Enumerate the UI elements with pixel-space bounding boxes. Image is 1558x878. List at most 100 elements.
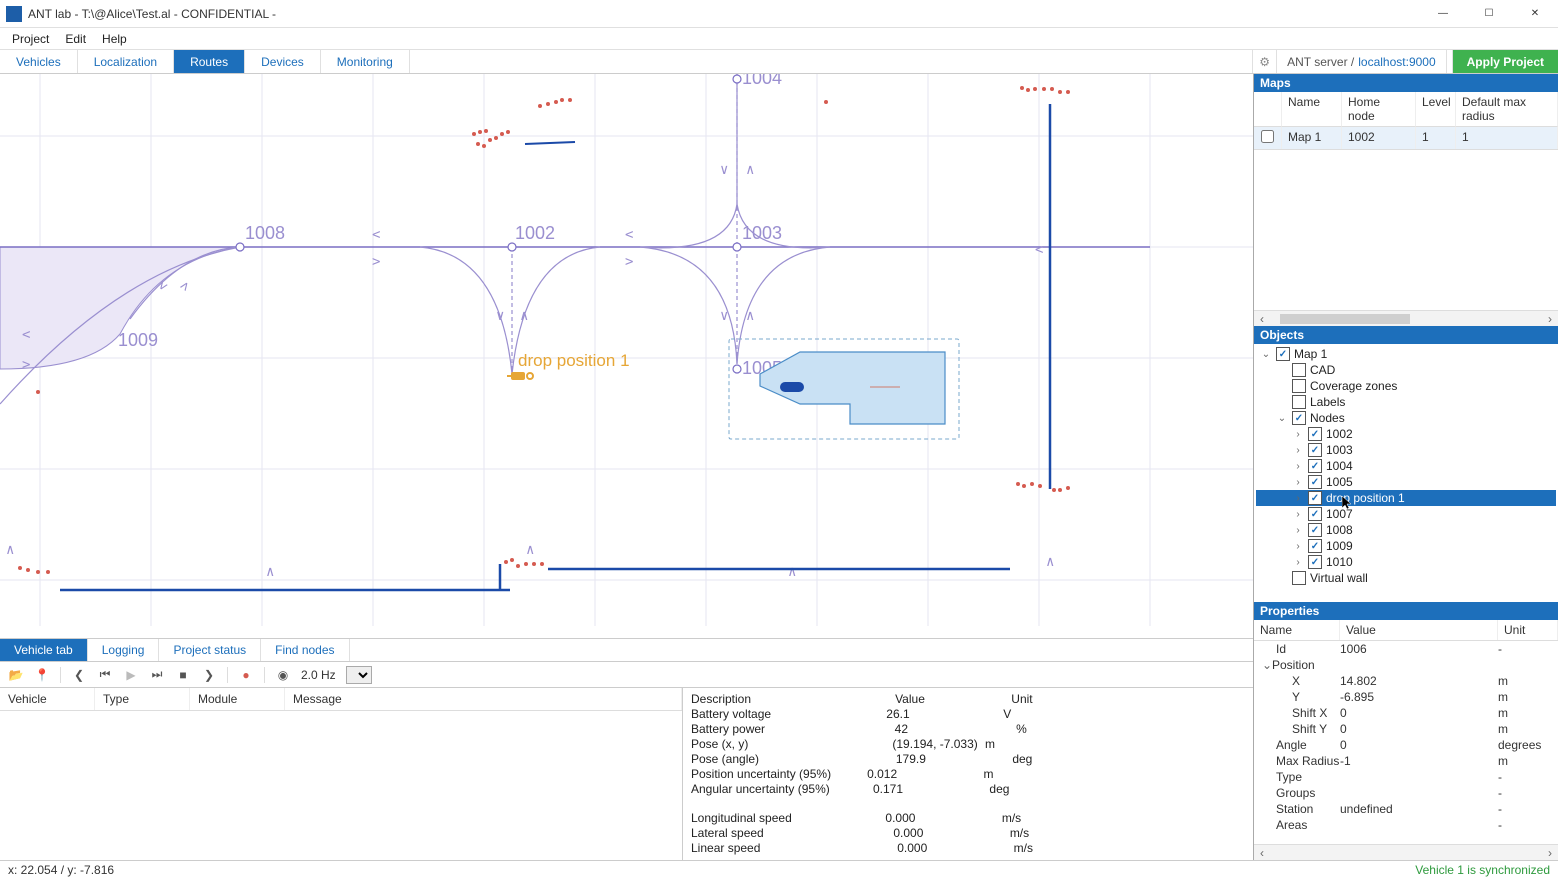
canvas-label-1003: 1003 bbox=[742, 223, 782, 243]
col-message[interactable]: Message bbox=[285, 688, 682, 710]
props-hscroll[interactable]: ‹› bbox=[1254, 844, 1558, 860]
tree-node-1007[interactable]: ›1007 bbox=[1256, 506, 1556, 522]
status-sync: Vehicle 1 is synchronized bbox=[1407, 863, 1558, 877]
svg-text:∧: ∧ bbox=[520, 308, 528, 324]
objects-tree[interactable]: ⌄Map 1 CAD Coverage zones Labels ⌄Nodes … bbox=[1254, 344, 1558, 602]
menu-bar: Project Edit Help bbox=[0, 28, 1558, 50]
menu-help[interactable]: Help bbox=[94, 30, 135, 48]
tree-labels[interactable]: Labels bbox=[1256, 394, 1556, 410]
route-canvas[interactable]: 1008 1002 1003 1004 1005 1009 drop posit… bbox=[0, 74, 1253, 638]
vehicle-icon bbox=[729, 339, 959, 439]
playback-rate-select[interactable] bbox=[346, 666, 372, 684]
server-indicator[interactable]: ANT server / localhost:9000 bbox=[1276, 50, 1446, 73]
minimize-button[interactable]: — bbox=[1420, 0, 1466, 28]
svg-text:∧: ∧ bbox=[6, 542, 14, 558]
apply-project-button[interactable]: Apply Project bbox=[1452, 50, 1558, 73]
bottom-tab-bar: Vehicle tab Logging Project status Find … bbox=[0, 638, 1253, 662]
canvas-label-1008: 1008 bbox=[245, 223, 285, 243]
playback-rate: 2.0 Hz bbox=[301, 668, 336, 682]
prop-col-value[interactable]: Value bbox=[1340, 620, 1498, 640]
tab-routes[interactable]: Routes bbox=[174, 50, 245, 73]
canvas-label-1004: 1004 bbox=[742, 74, 782, 88]
vehicle-description-panel[interactable]: Description Value Unit Battery voltage 2… bbox=[683, 688, 1253, 860]
svg-text:>: > bbox=[625, 254, 633, 270]
message-list[interactable]: Vehicle Type Module Message bbox=[0, 688, 683, 860]
app-icon bbox=[6, 6, 22, 22]
tab-find-nodes[interactable]: Find nodes bbox=[261, 639, 349, 661]
tree-node-1010[interactable]: ›1010 bbox=[1256, 554, 1556, 570]
col-module[interactable]: Module bbox=[190, 688, 285, 710]
step-back-icon[interactable]: ❮ bbox=[71, 667, 87, 683]
svg-text:<: < bbox=[625, 227, 633, 243]
maps-panel-header: Maps bbox=[1254, 74, 1558, 92]
prop-col-unit[interactable]: Unit bbox=[1498, 620, 1558, 640]
objects-panel-header: Objects bbox=[1254, 326, 1558, 344]
pin-icon[interactable]: 📍 bbox=[34, 667, 50, 683]
tab-vehicle-tab[interactable]: Vehicle tab bbox=[0, 639, 88, 661]
svg-text:<: < bbox=[1035, 242, 1043, 258]
tab-vehicles[interactable]: Vehicles bbox=[0, 50, 78, 73]
maximize-button[interactable]: ☐ bbox=[1466, 0, 1512, 28]
prop-col-name[interactable]: Name bbox=[1254, 620, 1340, 640]
folder-open-icon[interactable]: 📂 bbox=[8, 667, 24, 683]
skip-start-icon[interactable]: ⏮ bbox=[97, 667, 113, 683]
tree-node-1005[interactable]: ›1005 bbox=[1256, 474, 1556, 490]
close-button[interactable]: ✕ bbox=[1512, 0, 1558, 28]
tab-monitoring[interactable]: Monitoring bbox=[321, 50, 410, 73]
maps-row-checkbox[interactable] bbox=[1261, 130, 1274, 143]
tab-logging[interactable]: Logging bbox=[88, 639, 160, 661]
tree-node-1003[interactable]: ›1003 bbox=[1256, 442, 1556, 458]
svg-text:<: < bbox=[22, 327, 30, 343]
canvas-label-1009: 1009 bbox=[118, 330, 158, 350]
target-icon[interactable]: ◉ bbox=[275, 667, 291, 683]
col-vehicle[interactable]: Vehicle bbox=[0, 688, 95, 710]
server-address: localhost:9000 bbox=[1358, 55, 1435, 69]
svg-text:∧: ∧ bbox=[526, 542, 534, 558]
properties-panel-header: Properties bbox=[1254, 602, 1558, 620]
svg-text:∧: ∧ bbox=[746, 162, 754, 178]
tree-map1[interactable]: ⌄Map 1 bbox=[1256, 346, 1556, 362]
maps-table[interactable]: Name Home node Level Default max radius … bbox=[1254, 92, 1558, 150]
tree-cad[interactable]: CAD bbox=[1256, 362, 1556, 378]
main-tab-bar: Vehicles Localization Routes Devices Mon… bbox=[0, 50, 1558, 74]
tree-node-1002[interactable]: ›1002 bbox=[1256, 426, 1556, 442]
tree-virtual-wall[interactable]: Virtual wall bbox=[1256, 570, 1556, 586]
svg-text:∧: ∧ bbox=[266, 564, 274, 580]
svg-text:∨: ∨ bbox=[720, 308, 728, 324]
svg-text:>: > bbox=[176, 278, 194, 294]
tab-localization[interactable]: Localization bbox=[78, 50, 174, 73]
svg-text:∧: ∧ bbox=[1046, 554, 1054, 570]
tree-node-1004[interactable]: ›1004 bbox=[1256, 458, 1556, 474]
settings-gear-icon[interactable]: ⚙ bbox=[1252, 50, 1276, 73]
canvas-label-drop: drop position 1 bbox=[518, 351, 630, 370]
svg-text:∨: ∨ bbox=[720, 162, 728, 178]
maps-col-level[interactable]: Level bbox=[1416, 92, 1456, 127]
tab-devices[interactable]: Devices bbox=[245, 50, 321, 73]
tree-nodes[interactable]: ⌄Nodes bbox=[1256, 410, 1556, 426]
properties-panel[interactable]: Name Value Unit Id1006- ⌄Position X14.80… bbox=[1254, 620, 1558, 860]
status-bar: x: 22.054 / y: -7.816 Vehicle 1 is synch… bbox=[0, 860, 1558, 878]
svg-text:>: > bbox=[372, 254, 380, 270]
maps-col-name[interactable]: Name bbox=[1282, 92, 1342, 127]
svg-text:∧: ∧ bbox=[746, 308, 754, 324]
col-type[interactable]: Type bbox=[95, 688, 190, 710]
record-icon[interactable]: ● bbox=[238, 667, 254, 683]
tree-node-1009[interactable]: ›1009 bbox=[1256, 538, 1556, 554]
step-forward-icon[interactable]: ❯ bbox=[201, 667, 217, 683]
tree-coverage[interactable]: Coverage zones bbox=[1256, 378, 1556, 394]
tab-project-status[interactable]: Project status bbox=[159, 639, 261, 661]
skip-end-icon[interactable]: ⏭ bbox=[149, 667, 165, 683]
tree-node-drop-position[interactable]: ›drop position 1 bbox=[1256, 490, 1556, 506]
maps-col-home[interactable]: Home node bbox=[1342, 92, 1416, 127]
svg-text:∨: ∨ bbox=[496, 308, 504, 324]
maps-row-map1[interactable]: Map 1 1002 1 1 bbox=[1254, 127, 1558, 149]
play-icon[interactable]: ▶ bbox=[123, 667, 139, 683]
svg-text:<: < bbox=[372, 227, 380, 243]
stop-icon[interactable]: ■ bbox=[175, 667, 191, 683]
maps-hscroll[interactable]: ‹› bbox=[1254, 310, 1558, 326]
menu-project[interactable]: Project bbox=[4, 30, 57, 48]
menu-edit[interactable]: Edit bbox=[57, 30, 94, 48]
svg-text:∧: ∧ bbox=[788, 564, 796, 580]
maps-col-radius[interactable]: Default max radius bbox=[1456, 92, 1558, 127]
tree-node-1008[interactable]: ›1008 bbox=[1256, 522, 1556, 538]
